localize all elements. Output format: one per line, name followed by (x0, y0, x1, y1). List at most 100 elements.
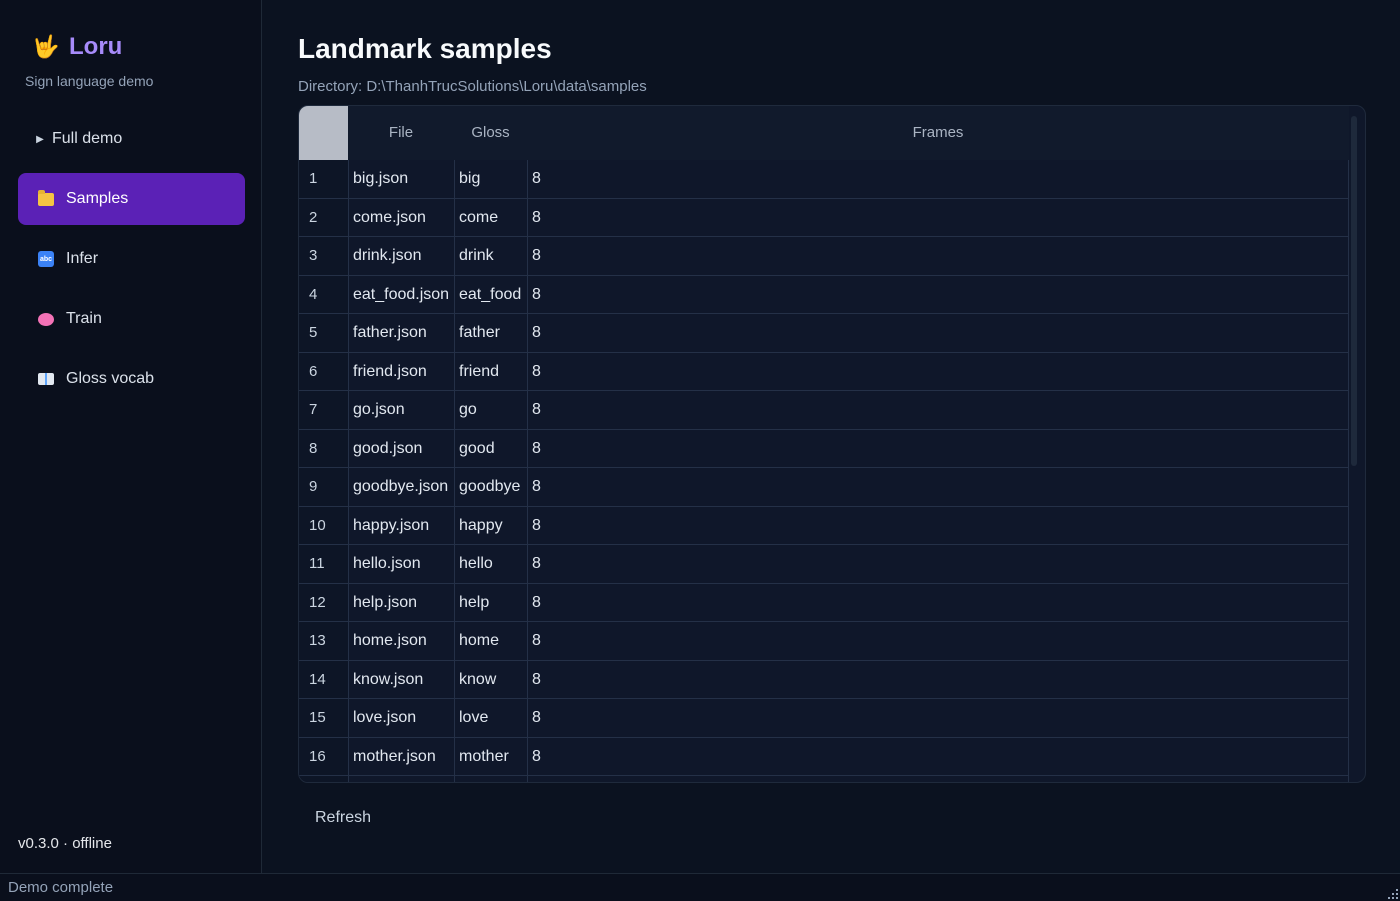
file-cell: good.json (348, 429, 454, 467)
table-row[interactable]: 16 mother.json mother 8 (299, 737, 1349, 776)
nav-item-samples[interactable]: Samples (18, 173, 245, 225)
abc-icon: abc (37, 250, 55, 268)
nav-item-train[interactable]: Train (18, 293, 245, 345)
row-index: 9 (299, 468, 348, 506)
row-index: 1 (299, 160, 348, 198)
frames-cell: 8 (527, 622, 1349, 660)
table-row[interactable]: 2 come.json come 8 (299, 198, 1349, 237)
row-index: 11 (299, 545, 348, 583)
gloss-cell: help (454, 583, 527, 621)
frames-cell: 8 (527, 737, 1349, 775)
frames-cell: 8 (527, 468, 1349, 506)
file-cell: friend.json (348, 352, 454, 390)
column-header-gloss[interactable]: Gloss (454, 106, 527, 160)
file-cell: goodbye.json (348, 468, 454, 506)
row-index: 14 (299, 660, 348, 698)
gloss-cell: eat_food (454, 275, 527, 313)
file-cell: home.json (348, 622, 454, 660)
frames-cell: 8 (527, 352, 1349, 390)
file-cell: go.json (348, 391, 454, 429)
gloss-cell: mother (454, 737, 527, 775)
brand: 🤟 Loru (32, 33, 123, 61)
frames-cell: 8 (527, 198, 1349, 236)
file-cell: come.json (348, 198, 454, 236)
row-index: 17 (299, 776, 348, 782)
table-row[interactable]: 5 father.json father 8 (299, 314, 1349, 353)
table-row[interactable]: 7 go.json go 8 (299, 391, 1349, 430)
table-row[interactable]: 11 hello.json hello 8 (299, 545, 1349, 584)
nav-item-label: Infer (66, 250, 99, 267)
nav-item-gloss-vocab[interactable]: Gloss vocab (18, 353, 245, 405)
frames-cell: 8 (527, 160, 1349, 198)
table-row[interactable]: 8 good.json good 8 (299, 429, 1349, 468)
frames-cell: 8 (527, 275, 1349, 313)
table-row[interactable]: 9 goodbye.json goodbye 8 (299, 468, 1349, 507)
row-index: 10 (299, 506, 348, 544)
version-status: v0.3.0 · offline (18, 835, 112, 852)
nav-item-infer[interactable]: abc Infer (18, 233, 245, 285)
table-row[interactable]: 17name.jsonname8 (299, 776, 1349, 782)
row-index: 2 (299, 198, 348, 236)
table-row[interactable]: 6 friend.json friend 8 (299, 352, 1349, 391)
gloss-cell: friend (454, 352, 527, 390)
table-row[interactable]: 10 happy.json happy 8 (299, 506, 1349, 545)
column-header-file[interactable]: File (348, 106, 454, 160)
nav-item-label: Train (66, 310, 102, 327)
app-name: Loru (69, 33, 123, 60)
frames-cell: 8 (527, 583, 1349, 621)
gloss-cell: big (454, 160, 527, 198)
file-cell: big.json (348, 160, 454, 198)
gloss-cell: know (454, 660, 527, 698)
gloss-cell: happy (454, 506, 527, 544)
table-row[interactable]: 15 love.json love 8 (299, 699, 1349, 738)
directory-path: Directory: D:\ThanhTrucSolutions\Loru\da… (298, 78, 647, 95)
frames-cell: 8 (527, 776, 1349, 782)
column-header-frames[interactable]: Frames (527, 106, 1349, 160)
gloss-cell: drink (454, 237, 527, 275)
gloss-cell: good (454, 429, 527, 467)
frames-cell: 8 (527, 545, 1349, 583)
table-row[interactable]: 4 eat_food.json eat_food 8 (299, 275, 1349, 314)
file-cell: know.json (348, 660, 454, 698)
table-row[interactable]: 1 big.json big 8 (299, 160, 1349, 199)
file-cell: happy.json (348, 506, 454, 544)
table-header: File Gloss Frames (299, 106, 1349, 161)
resize-grip-icon[interactable] (1386, 887, 1398, 899)
refresh-button[interactable]: Refresh (298, 800, 388, 836)
gloss-cell: home (454, 622, 527, 660)
status-bar: Demo complete (0, 873, 1400, 901)
table-row[interactable]: 14 know.json know 8 (299, 660, 1349, 699)
folder-icon (37, 189, 55, 208)
row-index: 8 (299, 429, 348, 467)
file-cell: eat_food.json (348, 275, 454, 313)
frames-cell: 8 (527, 391, 1349, 429)
table-corner[interactable] (299, 106, 348, 160)
table-body: 1 big.json big 8 2 come.json come 8 3 drink.json d… (299, 160, 1349, 782)
table-row[interactable]: 12 help.json help 8 (299, 583, 1349, 622)
row-index: 16 (299, 737, 348, 775)
book-icon (37, 370, 55, 388)
sidebar: 🤟 Loru Sign language demo ▶ Full demo Sa… (0, 0, 262, 873)
nav-item-full-demo[interactable]: ▶ Full demo (18, 113, 245, 165)
file-cell: mother.json (348, 737, 454, 775)
frames-cell: 8 (527, 429, 1349, 467)
samples-table[interactable]: File Gloss Frames 1 big.json big 8 2 come.jso… (298, 105, 1366, 783)
row-index: 5 (299, 314, 348, 352)
row-index: 3 (299, 237, 348, 275)
table-scrollbar[interactable] (1351, 116, 1357, 466)
gloss-cell: go (454, 391, 527, 429)
table-row[interactable]: 13 home.json home 8 (299, 622, 1349, 661)
app-subtitle: Sign language demo (25, 73, 154, 89)
gloss-cell: father (454, 314, 527, 352)
row-index: 13 (299, 622, 348, 660)
frames-cell: 8 (527, 314, 1349, 352)
file-cell: hello.json (348, 545, 454, 583)
table-row[interactable]: 3 drink.json drink 8 (299, 237, 1349, 276)
gloss-cell: goodbye (454, 468, 527, 506)
file-cell: love.json (348, 699, 454, 737)
frames-cell: 8 (527, 506, 1349, 544)
brain-icon (37, 310, 55, 328)
play-icon: ▶ (36, 133, 44, 145)
frames-cell: 8 (527, 660, 1349, 698)
gloss-cell: hello (454, 545, 527, 583)
